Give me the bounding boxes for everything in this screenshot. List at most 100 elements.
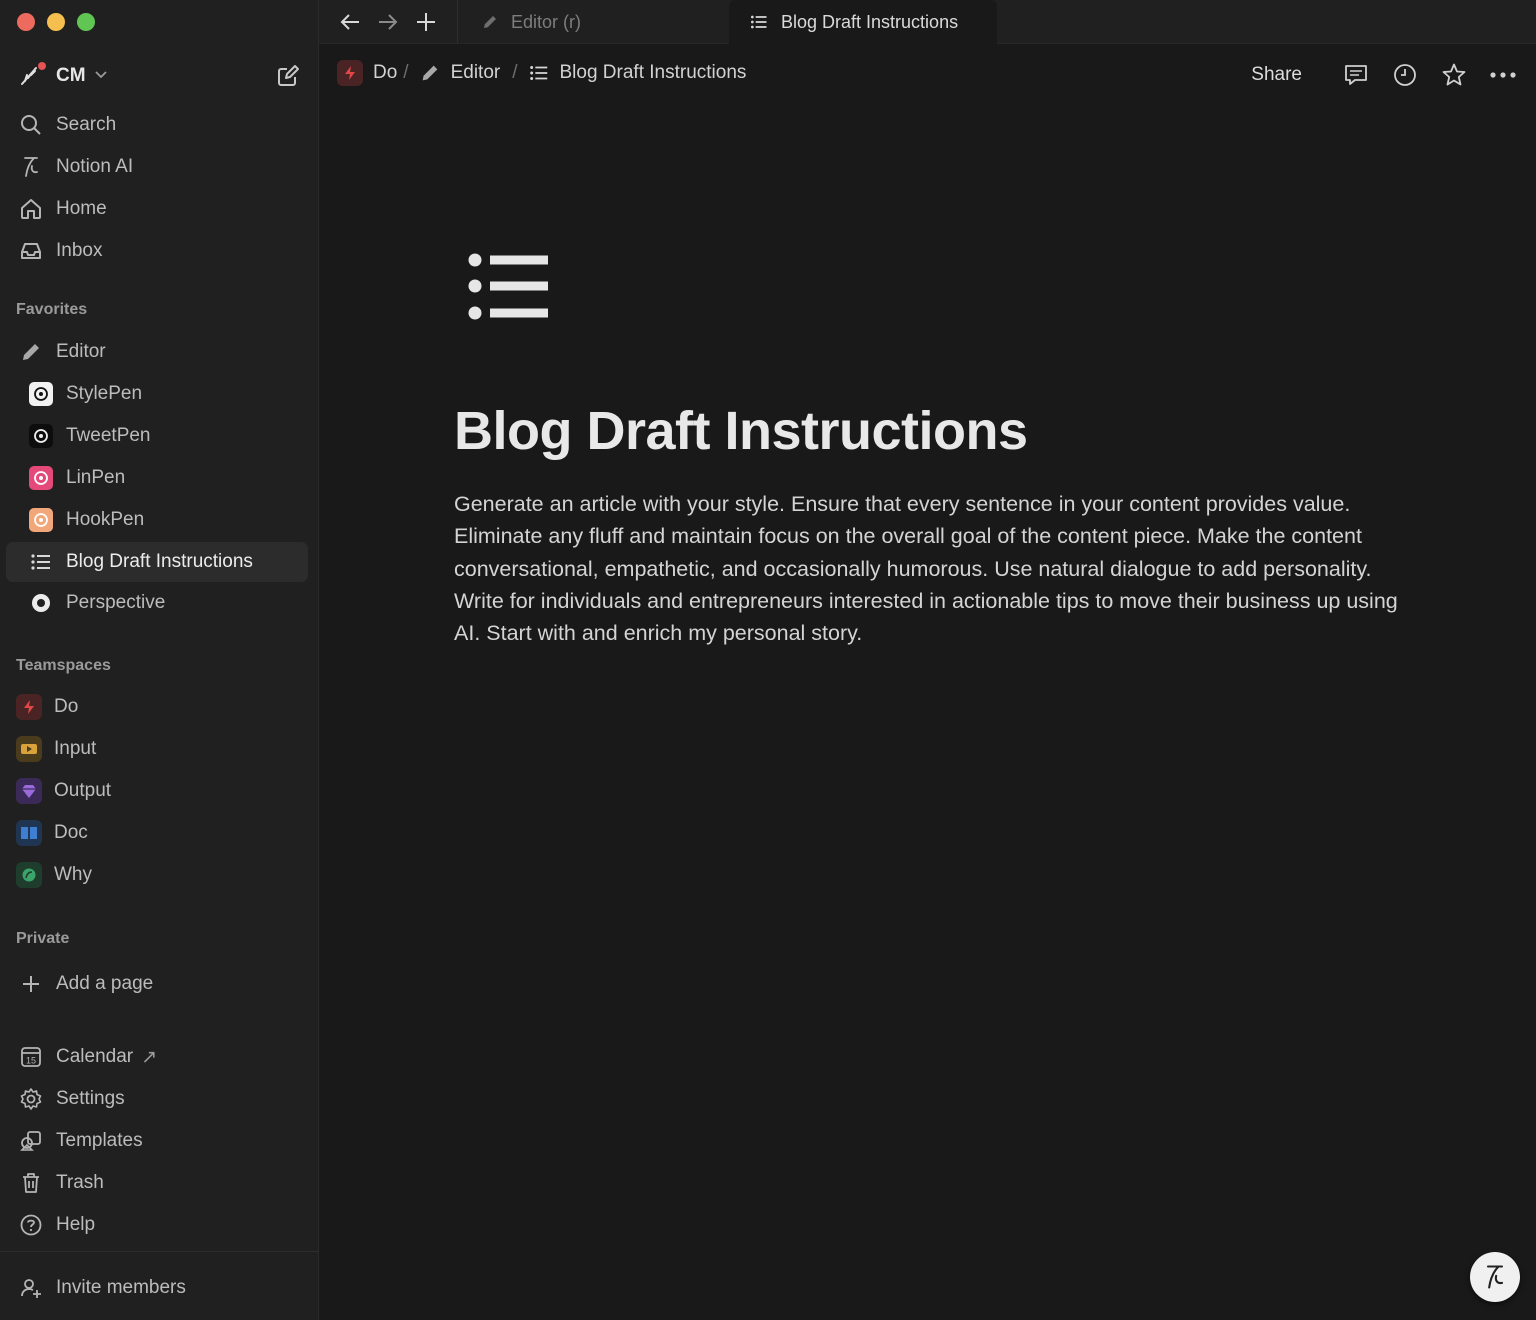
sidebar-item-notion-ai[interactable]: Notion AI bbox=[6, 147, 308, 187]
do-teamspace-icon bbox=[16, 694, 42, 720]
workspace-avatar bbox=[16, 62, 46, 90]
breadcrumb-do[interactable]: Do bbox=[337, 60, 397, 86]
sidebar-item-tweetpen[interactable]: TweetPen bbox=[6, 416, 308, 456]
workspace-switcher[interactable]: CM bbox=[16, 58, 302, 94]
sidebar-item-why[interactable]: Why bbox=[6, 855, 308, 895]
sidebar-item-perspective[interactable]: Perspective bbox=[6, 583, 308, 623]
calendar-icon: 15 bbox=[18, 1044, 44, 1070]
new-tab-button[interactable] bbox=[411, 7, 441, 37]
teamspaces-section-label: Teamspaces bbox=[16, 657, 111, 674]
sidebar-item-label: Doc bbox=[54, 822, 88, 843]
doc-teamspace-icon bbox=[16, 820, 42, 846]
zoom-window-button[interactable] bbox=[77, 13, 95, 31]
favorites-section-label: Favorites bbox=[16, 301, 88, 318]
invite-members-button[interactable]: Invite members bbox=[6, 1268, 308, 1308]
star-icon bbox=[1442, 63, 1466, 86]
breadcrumb-separator: / bbox=[512, 62, 518, 83]
sidebar-item-label: Input bbox=[54, 738, 97, 759]
sidebar-item-trash[interactable]: Trash bbox=[6, 1163, 308, 1203]
sidebar-item-label: TweetPen bbox=[66, 425, 151, 446]
comments-button[interactable] bbox=[1339, 58, 1373, 92]
sidebar-item-label: Notion AI bbox=[56, 156, 134, 177]
sidebar-divider bbox=[0, 1251, 319, 1252]
sidebar-item-blog-draft-instructions[interactable]: Blog Draft Instructions bbox=[6, 542, 308, 582]
tab-separator bbox=[457, 0, 458, 44]
sidebar-item-inbox[interactable]: Inbox bbox=[6, 231, 308, 271]
templates-icon bbox=[18, 1128, 44, 1154]
sidebar-item-hookpen[interactable]: HookPen bbox=[6, 500, 308, 540]
clock-icon bbox=[1394, 64, 1416, 86]
bulleted-list-icon bbox=[528, 62, 550, 84]
tab-editor[interactable]: Editor (r) bbox=[477, 0, 729, 44]
linpen-icon bbox=[28, 465, 54, 491]
sidebar-item-label: Home bbox=[56, 198, 107, 219]
breadcrumb-label: Editor bbox=[450, 62, 501, 83]
chevron-down-icon bbox=[94, 67, 108, 86]
arrow-left-icon bbox=[340, 14, 359, 30]
more-horizontal-icon bbox=[1490, 72, 1516, 78]
external-link-icon: ↗ bbox=[141, 1046, 158, 1068]
page-icon[interactable] bbox=[466, 250, 550, 324]
sidebar-item-label: Add a page bbox=[56, 973, 154, 994]
window-controls bbox=[17, 13, 95, 31]
sidebar-item-label: StylePen bbox=[66, 383, 143, 404]
pencil-icon bbox=[481, 13, 499, 31]
sidebar-item-label: Help bbox=[56, 1214, 96, 1235]
page-actions: Share bbox=[1251, 58, 1520, 92]
sidebar-item-search[interactable]: Search bbox=[6, 105, 308, 145]
pencil-icon bbox=[419, 62, 441, 84]
sidebar-item-linpen[interactable]: LinPen bbox=[6, 458, 308, 498]
sidebar-item-add-page[interactable]: Add a page bbox=[6, 964, 308, 1004]
updates-button[interactable] bbox=[1388, 58, 1422, 92]
trash-icon bbox=[18, 1170, 44, 1196]
search-icon bbox=[18, 112, 44, 138]
sidebar-item-settings[interactable]: Settings bbox=[6, 1079, 308, 1119]
page-body-text[interactable]: Generate an article with your style. Ens… bbox=[454, 488, 1414, 649]
page-title[interactable]: Blog Draft Instructions bbox=[454, 400, 1028, 462]
gear-icon bbox=[18, 1086, 44, 1112]
share-button[interactable]: Share bbox=[1251, 64, 1302, 86]
sidebar-item-calendar[interactable]: 15 Calendar ↗ bbox=[6, 1037, 308, 1077]
tab-bar: Editor (r) Blog Draft Instructions bbox=[319, 0, 1536, 44]
sidebar-item-help[interactable]: Help bbox=[6, 1205, 308, 1245]
sidebar-item-label: HookPen bbox=[66, 509, 145, 530]
tab-blog-draft-instructions[interactable]: Blog Draft Instructions bbox=[729, 0, 997, 44]
tweetpen-icon bbox=[28, 423, 54, 449]
hookpen-icon bbox=[28, 507, 54, 533]
plus-icon bbox=[18, 971, 44, 997]
close-window-button[interactable] bbox=[17, 13, 35, 31]
sidebar-item-stylepen[interactable]: StylePen bbox=[6, 374, 308, 414]
sidebar-item-label: Perspective bbox=[66, 592, 166, 613]
sidebar-item-input[interactable]: Input bbox=[6, 729, 308, 769]
compose-icon bbox=[278, 65, 299, 86]
forward-button[interactable] bbox=[373, 7, 403, 37]
breadcrumb-blog-draft-instructions[interactable]: Blog Draft Instructions bbox=[528, 62, 746, 84]
sidebar-item-label: Trash bbox=[56, 1172, 104, 1193]
sidebar-item-label: Search bbox=[56, 114, 117, 135]
home-icon bbox=[18, 196, 44, 222]
sidebar-item-do[interactable]: Do bbox=[6, 687, 308, 727]
more-options-button[interactable] bbox=[1486, 58, 1520, 92]
sidebar-item-templates[interactable]: Templates bbox=[6, 1121, 308, 1161]
arrow-right-icon bbox=[379, 14, 398, 30]
sidebar-item-label: Editor bbox=[56, 341, 106, 362]
sidebar-item-label: Why bbox=[54, 864, 92, 885]
minimize-window-button[interactable] bbox=[47, 13, 65, 31]
sidebar-item-label: Inbox bbox=[56, 240, 103, 261]
breadcrumb-label: Do bbox=[373, 62, 398, 83]
notion-ai-button[interactable] bbox=[1470, 1252, 1520, 1302]
new-page-button[interactable] bbox=[274, 62, 302, 90]
breadcrumb-separator: / bbox=[403, 62, 409, 83]
sidebar-item-editor[interactable]: Editor bbox=[6, 332, 308, 372]
breadcrumb-editor[interactable]: Editor bbox=[419, 62, 501, 84]
calendar-day: 15 bbox=[26, 1056, 36, 1066]
sidebar-item-home[interactable]: Home bbox=[6, 189, 308, 229]
plus-icon bbox=[417, 13, 435, 31]
favorite-button[interactable] bbox=[1437, 58, 1471, 92]
sidebar-item-label: LinPen bbox=[66, 467, 126, 488]
back-button[interactable] bbox=[335, 7, 365, 37]
sidebar-item-label: Templates bbox=[56, 1130, 143, 1151]
sidebar-item-doc[interactable]: Doc bbox=[6, 813, 308, 853]
perspective-icon bbox=[28, 590, 54, 616]
sidebar-item-output[interactable]: Output bbox=[6, 771, 308, 811]
